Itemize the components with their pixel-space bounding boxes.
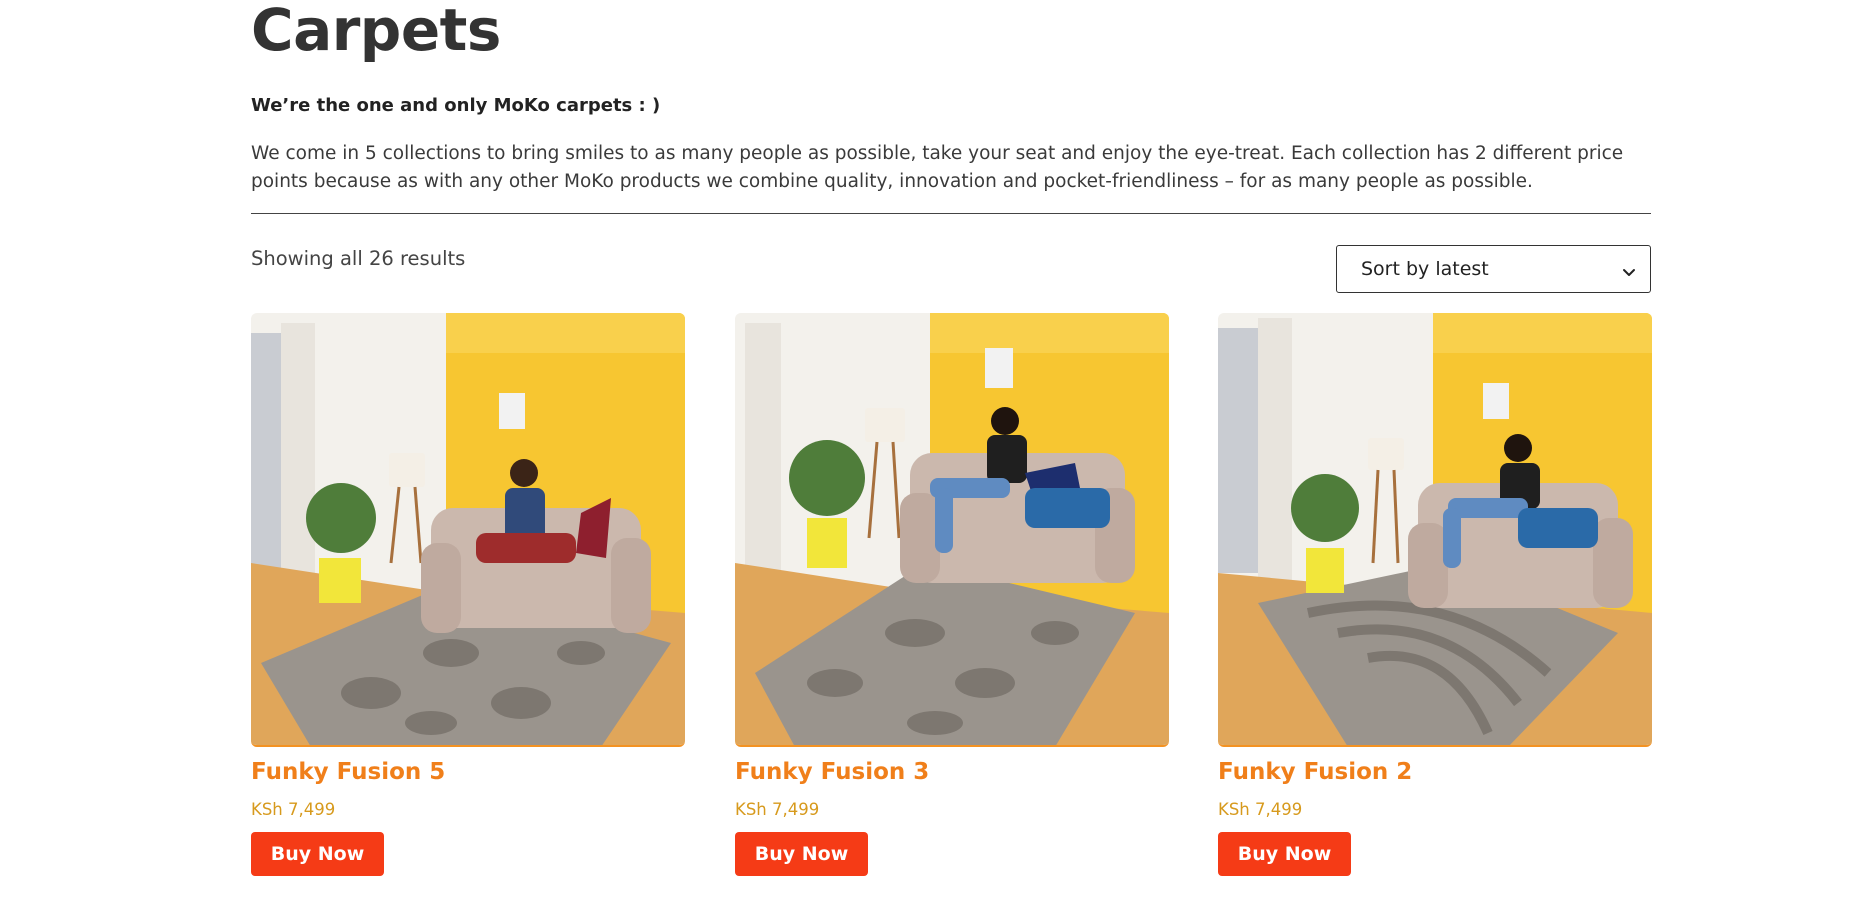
- product-card: Funky Fusion 2 KSh 7,499 Buy Now: [1218, 313, 1652, 876]
- room-scene-illustration: [735, 313, 1169, 745]
- room-scene-illustration: [251, 313, 685, 745]
- product-listing-page: Carpets We’re the one and only MoKo carp…: [0, 0, 1856, 907]
- category-tagline: We’re the one and only MoKo carpets : ): [251, 95, 661, 116]
- room-scene-illustration: [1218, 313, 1652, 745]
- product-image[interactable]: [735, 313, 1169, 747]
- sort-dropdown[interactable]: Sort by latest: [1336, 245, 1651, 293]
- category-description: We come in 5 collections to bring smiles…: [251, 143, 1624, 192]
- product-price: KSh 7,499: [251, 800, 336, 819]
- product-image[interactable]: [1218, 313, 1652, 747]
- buy-now-button[interactable]: Buy Now: [1218, 832, 1351, 876]
- product-price: KSh 7,499: [1218, 800, 1303, 819]
- product-price: KSh 7,499: [735, 800, 820, 819]
- product-name[interactable]: Funky Fusion 2: [1218, 759, 1412, 785]
- product-name[interactable]: Funky Fusion 5: [251, 759, 445, 785]
- page-title: Carpets: [251, 0, 501, 64]
- buy-now-button[interactable]: Buy Now: [735, 832, 868, 876]
- product-name[interactable]: Funky Fusion 3: [735, 759, 929, 785]
- chevron-down-icon: [1622, 262, 1636, 276]
- sort-dropdown-value: Sort by latest: [1361, 258, 1489, 280]
- result-count: Showing all 26 results: [251, 247, 466, 270]
- section-divider: [251, 213, 1651, 214]
- product-image[interactable]: [251, 313, 685, 747]
- product-card: Funky Fusion 5 KSh 7,499 Buy Now: [251, 313, 685, 876]
- product-card: Funky Fusion 3 KSh 7,499 Buy Now: [735, 313, 1169, 876]
- buy-now-button[interactable]: Buy Now: [251, 832, 384, 876]
